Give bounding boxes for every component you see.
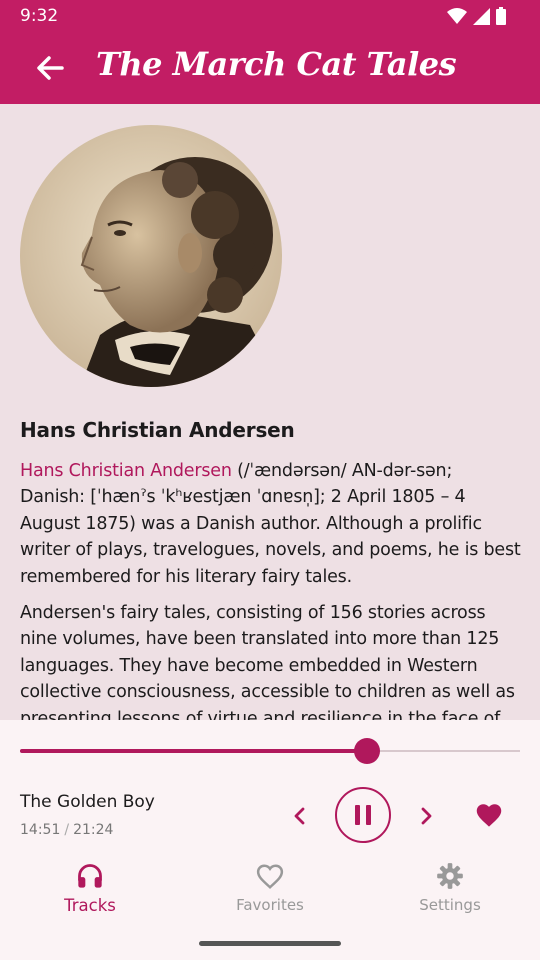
app-bar: The March Cat Tales xyxy=(0,32,540,104)
pause-icon xyxy=(355,805,371,825)
next-button[interactable] xyxy=(412,802,440,830)
player-panel: The Golden Boy 14:51/21:24 xyxy=(0,720,540,852)
nav-settings[interactable]: Settings xyxy=(360,862,540,922)
headphones-icon xyxy=(78,864,102,888)
gear-icon xyxy=(437,863,463,889)
time-separator: / xyxy=(64,822,70,838)
signal-icon xyxy=(473,7,490,25)
author-name: Hans Christian Andersen xyxy=(20,418,295,442)
pause-button[interactable] xyxy=(335,787,391,843)
track-time: 14:51/21:24 xyxy=(20,822,113,838)
home-indicator[interactable] xyxy=(199,941,341,946)
chevron-right-icon xyxy=(421,807,432,825)
status-time: 9:32 xyxy=(20,6,59,26)
seek-progress xyxy=(20,749,367,753)
bio-paragraph: Hans Christian Andersen (/ˈændərsən/ AN-… xyxy=(20,458,522,590)
nav-label: Favorites xyxy=(236,896,304,914)
bottom-nav: Tracks Favorites Settings xyxy=(0,852,540,960)
arrow-left-icon xyxy=(37,56,64,80)
seek-thumb[interactable] xyxy=(354,738,380,764)
seek-bar[interactable] xyxy=(20,738,520,764)
total-duration: 21:24 xyxy=(73,822,114,838)
track-title: The Golden Boy xyxy=(20,792,155,812)
author-content[interactable]: Hans Christian Andersen Hans Christian A… xyxy=(0,104,540,720)
wifi-icon xyxy=(447,8,467,24)
status-bar: 9:32 xyxy=(0,0,540,32)
previous-button[interactable] xyxy=(286,802,314,830)
battery-icon xyxy=(496,7,506,25)
nav-label: Tracks xyxy=(64,896,116,915)
author-bio: Hans Christian Andersen (/ˈændərsən/ AN-… xyxy=(20,458,522,720)
nav-favorites[interactable]: Favorites xyxy=(180,862,360,922)
elapsed-time: 14:51 xyxy=(20,822,61,838)
nav-tracks[interactable]: Tracks xyxy=(0,862,180,922)
back-button[interactable] xyxy=(28,46,72,90)
chevron-left-icon xyxy=(294,807,305,825)
heart-outline-icon xyxy=(256,864,284,889)
heart-icon xyxy=(476,804,502,827)
author-portrait xyxy=(20,125,282,387)
status-icons xyxy=(447,7,506,25)
nav-label: Settings xyxy=(419,896,481,914)
bio-paragraph: Andersen's fairy tales, consisting of 15… xyxy=(20,603,515,720)
favorite-button[interactable] xyxy=(472,798,506,832)
page-title: The March Cat Tales xyxy=(96,45,457,83)
author-link[interactable]: Hans Christian Andersen xyxy=(20,461,232,481)
